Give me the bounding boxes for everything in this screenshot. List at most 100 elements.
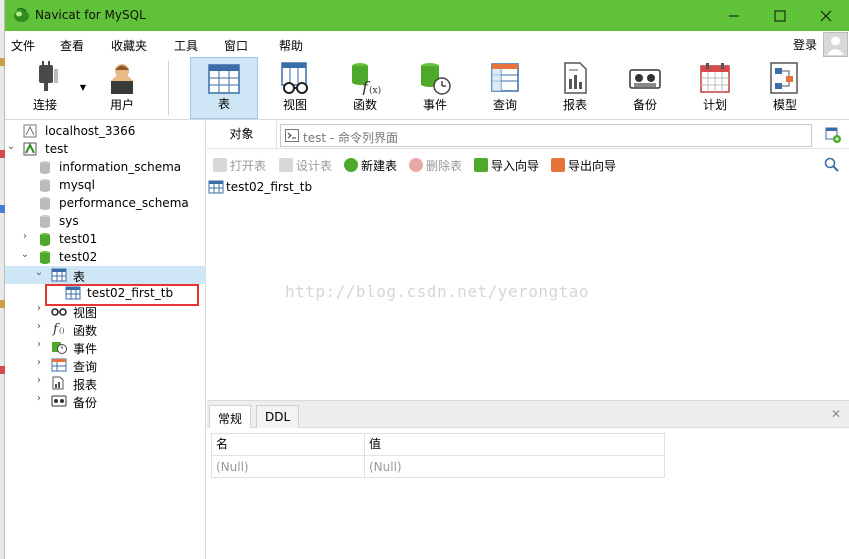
column-header-value: 值 [365, 434, 665, 456]
delete-table-icon [409, 158, 423, 172]
menu-help[interactable]: 帮助 [279, 37, 303, 54]
query-icon [491, 63, 519, 92]
function-icon: f (x) [352, 63, 381, 95]
tree-node-database[interactable]: performance_schema [5, 194, 206, 212]
object-name: test02_first_tb [226, 180, 313, 194]
chevron-down-icon[interactable]: ⌄ [19, 249, 31, 260]
chevron-down-icon[interactable]: ⌄ [33, 267, 45, 278]
import-wizard-button[interactable]: 导入向导 [474, 157, 539, 174]
tree-node-database[interactable]: › test01 [5, 230, 206, 248]
cell-name[interactable]: (Null) [212, 457, 364, 478]
object-action-bar: 打开表 设计表 新建表 删除表 导入向导 导出向导 [207, 150, 849, 178]
info-tab-bar: 常规 DDL ✕ [207, 401, 849, 428]
toolbar-view-button[interactable]: 视图 [261, 57, 329, 119]
toolbar-report-button[interactable]: 报表 [541, 57, 609, 119]
toolbar-event-button[interactable]: 事件 [401, 57, 469, 119]
toolbar-view-label: 视图 [282, 98, 307, 112]
tree-node-events-folder[interactable]: › 事件 [5, 338, 206, 356]
connection-active-icon [23, 142, 37, 159]
toolbar-table-button[interactable]: 表 [190, 57, 258, 119]
tree-node-connection[interactable]: localhost_3366 [5, 122, 206, 140]
chevron-right-icon[interactable]: › [33, 321, 45, 332]
toolbar-backup-button[interactable]: 备份 [611, 57, 679, 119]
column-header-name: 名 [212, 434, 364, 456]
table-icon [51, 268, 67, 285]
main-toolbar: 连接 ▼ 用户 表 视图 f (x) 函数 事件 查询 报表 备份 计划 模型 [5, 57, 849, 120]
table-icon [208, 180, 224, 197]
toolbar-user-label: 用户 [109, 98, 134, 112]
chevron-right-icon[interactable]: › [19, 231, 31, 242]
chevron-down-icon[interactable]: ⌄ [5, 141, 17, 152]
connect-dropdown-icon[interactable]: ▼ [80, 83, 86, 92]
tree-node-database[interactable]: mysql [5, 176, 206, 194]
command-tab-title: test - 命令列界面 [303, 131, 399, 145]
import-icon [474, 158, 488, 172]
tree-node-database[interactable]: sys [5, 212, 206, 230]
tree-node-reports-folder[interactable]: › 报表 [5, 374, 206, 392]
open-table-icon [213, 158, 227, 172]
close-panel-icon[interactable]: ✕ [831, 407, 841, 421]
tree-node-database[interactable]: ⌄ test02 [5, 248, 206, 266]
menu-favorites[interactable]: 收藏夹 [111, 37, 147, 54]
menu-window[interactable]: 窗口 [224, 37, 248, 54]
cell-value[interactable]: (Null) [365, 457, 665, 478]
menu-file[interactable]: 文件 [11, 37, 35, 54]
function-icon: f() [51, 320, 67, 339]
object-tab-bar: 对象 test - 命令列界面 [207, 121, 849, 149]
delete-table-button[interactable]: 删除表 [409, 157, 462, 174]
tree-node-database[interactable]: information_schema [5, 158, 206, 176]
toolbar-connect-button[interactable]: 连接 ▼ [10, 57, 86, 119]
tree-node-tables-folder[interactable]: ⌄ 表 [5, 266, 206, 284]
toolbar-schedule-label: 计划 [702, 98, 727, 112]
svg-text:(): () [59, 327, 65, 335]
toolbar-model-button[interactable]: 模型 [751, 57, 819, 119]
tree-node-test[interactable]: ⌄ test [5, 140, 206, 158]
tab-general[interactable]: 常规 [209, 405, 252, 428]
toolbar-connect-label: 连接 [32, 98, 57, 112]
toolbar-schedule-button[interactable]: 计划 [681, 57, 749, 119]
window-title: Navicat for MySQL [35, 8, 146, 22]
tab-ddl[interactable]: DDL [256, 405, 300, 428]
toolbar-function-label: 函数 [352, 98, 377, 112]
toolbar-function-button[interactable]: f (x) 函数 [331, 57, 399, 119]
chevron-right-icon[interactable]: › [33, 339, 45, 350]
tree-node-queries-folder[interactable]: › 查询 [5, 356, 206, 374]
event-icon [421, 63, 451, 95]
maximize-button[interactable] [757, 0, 803, 31]
new-tab-icon[interactable] [825, 127, 841, 146]
toolbar-separator [168, 61, 169, 115]
watermark: http://blog.csdn.net/yerongtao [285, 282, 589, 301]
minimize-button[interactable] [711, 0, 757, 31]
toolbar-event-label: 事件 [422, 98, 447, 112]
connection-tree: localhost_3366 ⌄ test information_schema… [5, 121, 206, 559]
open-table-button[interactable]: 打开表 [213, 157, 266, 174]
design-table-icon [279, 158, 293, 172]
toolbar-user-button[interactable]: 用户 [87, 57, 157, 119]
design-table-button[interactable]: 设计表 [279, 157, 332, 174]
chevron-right-icon[interactable]: › [33, 375, 45, 386]
menu-view[interactable]: 查看 [60, 37, 84, 54]
schedule-icon [700, 63, 730, 93]
login-link[interactable]: 登录 [793, 36, 817, 53]
view-icon [51, 306, 67, 320]
plug-icon [39, 61, 58, 91]
account-avatar-icon[interactable] [823, 32, 848, 57]
tree-node-backups-folder[interactable]: › 备份 [5, 392, 206, 410]
toolbar-query-button[interactable]: 查询 [471, 57, 539, 119]
menu-tools[interactable]: 工具 [174, 37, 198, 54]
view-icon [281, 62, 308, 94]
tab-objects[interactable]: 对象 [207, 121, 277, 149]
table-icon [208, 64, 240, 94]
export-wizard-button[interactable]: 导出向导 [551, 157, 616, 174]
chevron-right-icon[interactable]: › [33, 393, 45, 404]
chevron-right-icon[interactable]: › [33, 303, 45, 314]
chevron-right-icon[interactable]: › [33, 357, 45, 368]
close-button[interactable] [803, 0, 849, 31]
report-icon [51, 376, 65, 393]
search-icon[interactable] [824, 157, 839, 175]
svg-text:(x): (x) [369, 85, 381, 95]
new-table-button[interactable]: 新建表 [344, 157, 397, 174]
tree-node-functions-folder[interactable]: › f() 函数 [5, 320, 206, 338]
tree-node-views-folder[interactable]: › 视图 [5, 302, 206, 320]
tab-command-line[interactable]: test - 命令列界面 [280, 124, 812, 147]
